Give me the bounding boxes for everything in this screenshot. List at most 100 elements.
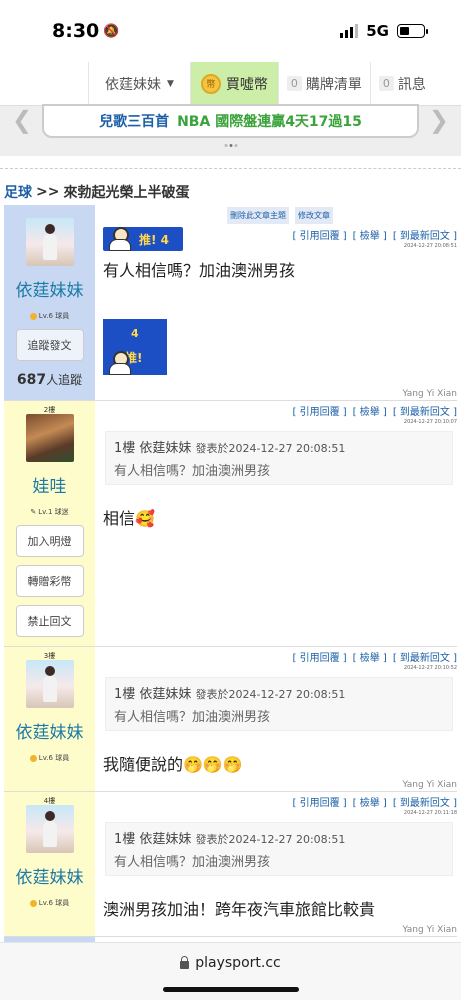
chevron-right-icon[interactable]: ❯ bbox=[429, 106, 449, 134]
post-actions: [ 引用回覆 ] [ 檢舉 ] [ 到最新回文 ] bbox=[292, 227, 457, 242]
signal-icon bbox=[340, 24, 359, 38]
author-panel: 依莛妹妹 Lv.6 球員 追蹤發文 687人追蹤 bbox=[4, 205, 95, 400]
quote-reply-link[interactable]: [ 引用回覆 ] bbox=[292, 403, 346, 418]
post-body: 相信🥰 bbox=[103, 509, 155, 528]
buy-list-count: 0 bbox=[286, 76, 302, 91]
admin-links: 刪除此文章主題 修改文章 bbox=[103, 207, 457, 224]
author-level: Lv.6 球員 bbox=[29, 898, 70, 908]
quote-author: 1樓 依莛妹妹 bbox=[114, 687, 192, 702]
latest-reply-link[interactable]: [ 到最新回文 ] bbox=[393, 794, 457, 809]
follow-suffix: 人追蹤 bbox=[46, 373, 83, 387]
signature: Yang Yi Xian bbox=[402, 389, 457, 399]
post-actions: [ 引用回覆 ] [ 檢舉 ] [ 到最新回文 ] bbox=[103, 794, 457, 809]
player-icon bbox=[107, 351, 131, 375]
signature: Yang Yi Xian bbox=[402, 925, 457, 935]
post-content: [ 引用回覆 ] [ 檢舉 ] [ 到最新回文 ] 2024-12-27 20:… bbox=[95, 647, 457, 791]
player-icon bbox=[107, 227, 131, 251]
browser-url-bar[interactable]: playsport.cc bbox=[0, 942, 461, 1000]
url-text: playsport.cc bbox=[195, 955, 281, 971]
avatar[interactable] bbox=[25, 660, 74, 708]
post-item: 2樓 娃哇 ✎ Lv.1 球迷 加入明燈 轉贈彩幣 禁止回文 [ 引用回覆 ] [… bbox=[4, 401, 457, 647]
author-name[interactable]: 娃哇 bbox=[33, 472, 67, 497]
push-badge: 推! 4 bbox=[103, 227, 183, 251]
latest-reply-link[interactable]: [ 到最新回文 ] bbox=[393, 227, 457, 242]
add-lamp-button[interactable]: 加入明燈 bbox=[15, 525, 84, 557]
follow-button[interactable]: 追蹤發文 bbox=[15, 329, 84, 361]
floor-label: 4樓 bbox=[43, 797, 56, 805]
user-menu[interactable]: 依莛妹妹 ▼ bbox=[88, 62, 191, 105]
quote-reply-link[interactable]: [ 引用回覆 ] bbox=[292, 649, 346, 664]
quote-reply-link[interactable]: [ 引用回覆 ] bbox=[292, 227, 346, 242]
buy-coin-label: 買噓幣 bbox=[225, 76, 268, 93]
edit-post-link[interactable]: 修改文章 bbox=[295, 207, 333, 224]
page-title: 來勃起光榮上半破蛋 bbox=[63, 184, 190, 201]
floor-label: 2樓 bbox=[43, 406, 56, 414]
badge-number: 4 bbox=[160, 233, 170, 247]
messages-label: 訊息 bbox=[397, 76, 426, 93]
chevron-left-icon[interactable]: ❮ bbox=[12, 106, 32, 134]
coin-icon: 幣 bbox=[200, 73, 221, 94]
post-item: 依莛妹妹 Lv.6 球員 追蹤發文 687人追蹤 刪除此文章主題 修改文章 推!… bbox=[4, 205, 457, 401]
buy-list-link[interactable]: 0 購牌清單 bbox=[277, 62, 370, 105]
lock-icon bbox=[180, 956, 190, 969]
level-icon bbox=[29, 754, 37, 762]
author-name[interactable]: 依莛妹妹 bbox=[16, 718, 84, 743]
status-bar: 8:30 🔕 5G bbox=[0, 0, 461, 62]
block-reply-button[interactable]: 禁止回文 bbox=[15, 605, 84, 637]
buy-coin-button[interactable]: 幣 買噓幣 bbox=[190, 62, 278, 105]
url-display[interactable]: playsport.cc bbox=[0, 955, 461, 971]
author-name[interactable]: 依莛妹妹 bbox=[16, 863, 84, 888]
latest-reply-link[interactable]: [ 到最新回文 ] bbox=[393, 649, 457, 664]
report-link[interactable]: [ 檢舉 ] bbox=[353, 649, 387, 664]
post-item: 3樓 依莛妹妹 Lv.6 球員 [ 引用回覆 ] [ 檢舉 ] [ 到最新回文 … bbox=[4, 647, 457, 792]
network-label: 5G bbox=[366, 22, 389, 40]
caret-down-icon: ▼ bbox=[167, 78, 174, 89]
post-timestamp: 2024-12-27 20:10:52 bbox=[403, 665, 457, 671]
level-text: Lv.6 球員 bbox=[38, 754, 70, 762]
post-content: 刪除此文章主題 修改文章 推! 4 [ 引用回覆 ] [ 檢舉 ] [ 到最新回… bbox=[95, 205, 457, 400]
author-name[interactable]: 依莛妹妹 bbox=[16, 276, 84, 301]
status-right: 5G bbox=[340, 22, 428, 40]
post-timestamp: 2024-12-27 20:11:18 bbox=[403, 810, 457, 816]
quote-meta: 發表於2024-12-27 20:08:51 bbox=[195, 833, 346, 846]
pencil-icon: ✎ bbox=[30, 508, 37, 516]
home-indicator[interactable] bbox=[162, 987, 299, 992]
follow-count: 687人追蹤 bbox=[17, 371, 82, 388]
report-link[interactable]: [ 檢舉 ] bbox=[353, 403, 387, 418]
quote-meta: 發表於2024-12-27 20:08:51 bbox=[195, 688, 346, 701]
marquee-area: ❮ 兒歌三百首 NBA 國際盤連贏4天17過15 ❯ bbox=[0, 104, 461, 156]
quote-body: 有人相信嗎？加油澳洲男孩 bbox=[114, 464, 271, 479]
latest-reply-link[interactable]: [ 到最新回文 ] bbox=[393, 403, 457, 418]
breadcrumb-separator: >> bbox=[36, 183, 60, 200]
author-level: Lv.6 球員 bbox=[29, 311, 70, 321]
battery-icon bbox=[397, 24, 428, 38]
post-content: [ 引用回覆 ] [ 檢舉 ] [ 到最新回文 ] 2024-12-27 20:… bbox=[95, 792, 457, 936]
post-body: 澳洲男孩加油！跨年夜汽車旅館比較貴 bbox=[103, 900, 376, 919]
messages-link[interactable]: 0 訊息 bbox=[369, 62, 434, 105]
level-text: Lv.6 球員 bbox=[38, 899, 70, 907]
quote-meta: 發表於2024-12-27 20:08:51 bbox=[195, 442, 346, 455]
post-timestamp: 2024-12-27 20:08:51 bbox=[403, 243, 457, 249]
avatar[interactable] bbox=[25, 218, 74, 266]
avatar[interactable] bbox=[25, 805, 74, 853]
post-timestamp: 2024-12-27 20:10:07 bbox=[403, 419, 457, 425]
breadcrumb-category[interactable]: 足球 bbox=[4, 182, 32, 202]
author-level: Lv.6 球員 bbox=[29, 753, 70, 763]
avatar[interactable] bbox=[25, 414, 74, 462]
post-list: 依莛妹妹 Lv.6 球員 追蹤發文 687人追蹤 刪除此文章主題 修改文章 推!… bbox=[4, 205, 457, 949]
report-link[interactable]: [ 檢舉 ] bbox=[353, 794, 387, 809]
messages-count: 0 bbox=[378, 76, 394, 91]
quote-author: 1樓 依莛妹妹 bbox=[114, 441, 192, 456]
quote-body: 有人相信嗎？加油澳洲男孩 bbox=[114, 710, 271, 725]
gift-coin-button[interactable]: 轉贈彩幣 bbox=[15, 565, 84, 597]
level-text: Lv.6 球員 bbox=[38, 312, 70, 320]
report-link[interactable]: [ 檢舉 ] bbox=[353, 227, 387, 242]
delete-topic-link[interactable]: 刪除此文章主題 bbox=[227, 207, 289, 224]
post-item: 4樓 依莛妹妹 Lv.6 球員 [ 引用回覆 ] [ 檢舉 ] [ 到最新回文 … bbox=[4, 792, 457, 937]
marquee-banner[interactable]: 兒歌三百首 NBA 國際盤連贏4天17過15 bbox=[42, 104, 419, 138]
top-nav: 依莛妹妹 ▼ 幣 買噓幣 0 購牌清單 0 訊息 bbox=[0, 62, 461, 106]
quote-block: 1樓 依莛妹妹 發表於2024-12-27 20:08:51 有人相信嗎？加油澳… bbox=[105, 431, 453, 485]
bell-off-icon: 🔕 bbox=[103, 23, 120, 39]
quote-reply-link[interactable]: [ 引用回覆 ] bbox=[292, 794, 346, 809]
author-panel: 3樓 依莛妹妹 Lv.6 球員 bbox=[4, 647, 95, 791]
